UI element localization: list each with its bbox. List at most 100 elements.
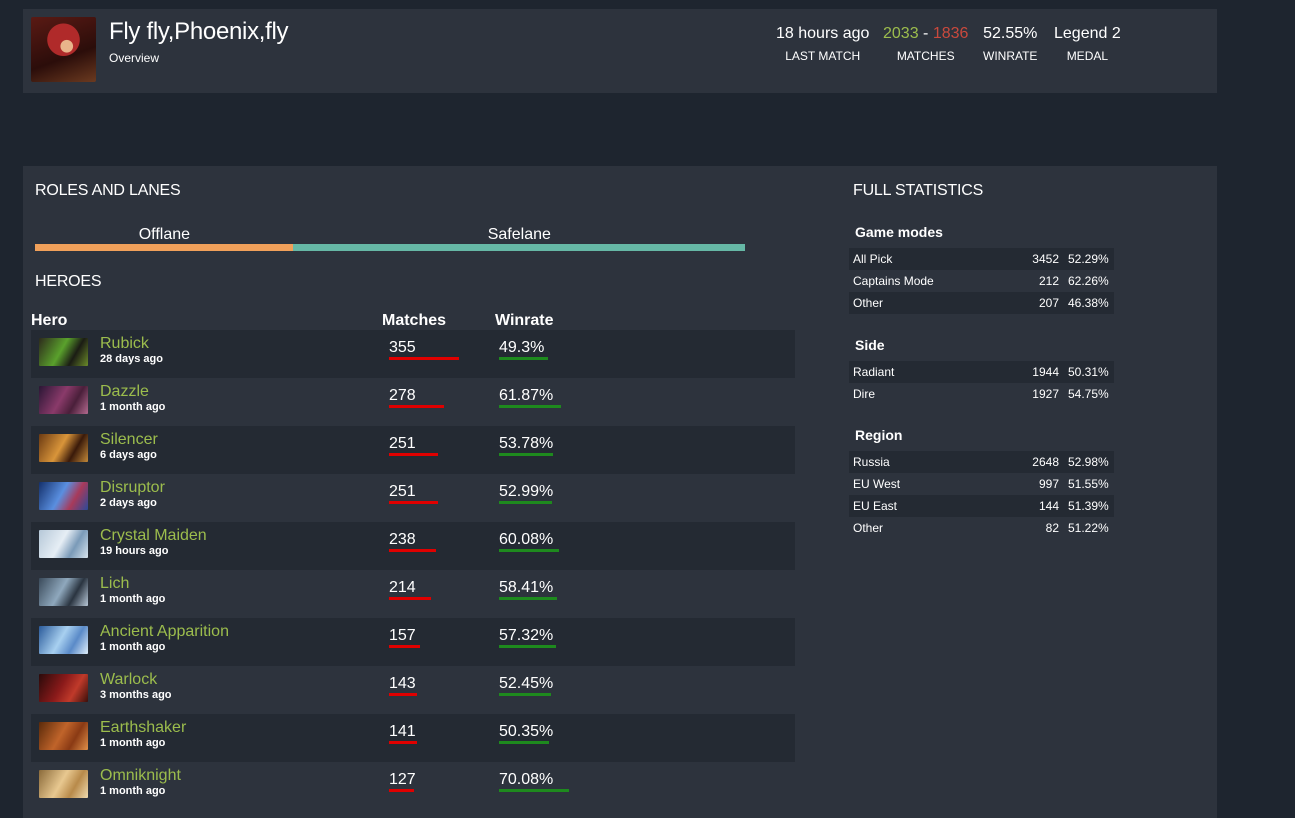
stat-name: Other — [853, 296, 884, 310]
hero-row[interactable]: Rubick 28 days ago 355 49.3% — [31, 330, 795, 378]
stat-winrate: 50.31% — [1068, 365, 1109, 379]
stat-winrate: 46.38% — [1068, 296, 1109, 310]
stat-winrate: 54.75% — [1068, 387, 1109, 401]
winrate-bar — [499, 645, 557, 648]
silencer-portrait-icon[interactable] — [39, 434, 88, 462]
winrate-bar — [499, 597, 558, 600]
player-name: Fly fly,Phoenix,fly — [109, 18, 289, 45]
crystal-maiden-portrait-icon[interactable] — [39, 530, 88, 558]
hero-matches-value: 214 — [389, 579, 416, 596]
matches-bar — [389, 645, 420, 648]
player-avatar[interactable] — [31, 17, 96, 82]
hero-name-link[interactable]: Lich — [100, 575, 129, 593]
winrate-stat: 52.55% WINRATE — [983, 25, 1037, 63]
matches-bar — [389, 693, 418, 696]
hero-name-link[interactable]: Rubick — [100, 335, 149, 353]
matches-bar — [389, 789, 415, 792]
hero-row[interactable]: Dazzle 1 month ago 278 61.87% — [31, 378, 795, 426]
lane-label-safelane: Safelane — [487, 226, 551, 243]
disruptor-portrait-icon[interactable] — [39, 482, 88, 510]
hero-last-played: 1 month ago — [100, 401, 166, 413]
hero-name-link[interactable]: Earthshaker — [100, 719, 186, 737]
winrate-column-header[interactable]: Winrate — [495, 312, 554, 330]
hero-matches-value: 251 — [389, 483, 416, 500]
omniknight-portrait-icon[interactable] — [39, 770, 88, 798]
winrate-bar — [499, 549, 559, 552]
roles-section-title: ROLES AND LANES — [35, 182, 181, 199]
hero-last-played: 1 month ago — [100, 641, 166, 653]
stat-winrate: 51.22% — [1068, 521, 1109, 535]
rubick-portrait-icon[interactable] — [39, 338, 88, 366]
matches-column-header[interactable]: Matches — [382, 312, 446, 330]
hero-name-link[interactable]: Omniknight — [100, 767, 181, 785]
stat-count: 3452 — [1032, 252, 1059, 266]
matches-bar — [389, 549, 436, 552]
hero-name-link[interactable]: Silencer — [100, 431, 158, 449]
hero-winrate-value: 60.08% — [499, 531, 554, 548]
hero-matches-value: 143 — [389, 675, 416, 692]
lich-portrait-icon[interactable] — [39, 578, 88, 606]
hero-name-link[interactable]: Warlock — [100, 671, 157, 689]
medal-label: MEDAL — [1066, 49, 1109, 63]
losses-count: 1836 — [932, 25, 969, 42]
stat-count: 1927 — [1032, 387, 1059, 401]
hero-name-link[interactable]: Crystal Maiden — [100, 527, 207, 545]
stat-count: 82 — [1045, 521, 1059, 535]
stat-name: EU West — [853, 477, 901, 491]
hero-last-played: 6 days ago — [100, 449, 157, 461]
stat-row: Dire 1927 54.75% — [849, 383, 1114, 405]
hero-row[interactable]: Earthshaker 1 month ago 141 50.35% — [31, 714, 795, 762]
hero-winrate-value: 53.78% — [499, 435, 554, 452]
hero-row[interactable]: Crystal Maiden 19 hours ago 238 60.08% — [31, 522, 795, 570]
warlock-portrait-icon[interactable] — [39, 674, 88, 702]
hero-last-played: 3 months ago — [100, 689, 172, 701]
stat-winrate: 52.29% — [1068, 252, 1109, 266]
stat-row: EU East 144 51.39% — [849, 495, 1114, 517]
stat-group-title: Side — [855, 337, 885, 353]
stat-row: Captains Mode 212 62.26% — [849, 270, 1114, 292]
hero-name-link[interactable]: Ancient Apparition — [100, 623, 229, 641]
hero-row[interactable]: Warlock 3 months ago 143 52.45% — [31, 666, 795, 714]
earthshaker-portrait-icon[interactable] — [39, 722, 88, 750]
stat-count: 1944 — [1032, 365, 1059, 379]
medal-stat: Legend 2 MEDAL — [1054, 25, 1121, 63]
stat-row: Other 207 46.38% — [849, 292, 1114, 314]
matches-label: MATCHES — [896, 49, 955, 63]
stat-row: Russia 2648 52.98% — [849, 451, 1114, 473]
matches-bar — [389, 597, 432, 600]
stat-name: All Pick — [853, 252, 893, 266]
winrate-bar — [499, 741, 550, 744]
last-match-value: 18 hours ago — [776, 25, 870, 42]
hero-row[interactable]: Silencer 6 days ago 251 53.78% — [31, 426, 795, 474]
hero-name-link[interactable]: Dazzle — [100, 383, 149, 401]
stat-winrate: 62.26% — [1068, 274, 1109, 288]
lanes-labels: Offlane Safelane — [35, 226, 745, 244]
last-match-label: LAST MATCH — [785, 49, 861, 63]
winrate-bar — [499, 453, 553, 456]
hero-matches-value: 157 — [389, 627, 416, 644]
matches-bar — [389, 501, 439, 504]
stat-winrate: 52.98% — [1068, 455, 1109, 469]
stat-winrate: 51.39% — [1068, 499, 1109, 513]
hero-matches-value: 127 — [389, 771, 416, 788]
medal-value: Legend 2 — [1054, 25, 1121, 42]
matches-bar — [389, 453, 439, 456]
hero-row[interactable]: Ancient Apparition 1 month ago 157 57.32% — [31, 618, 795, 666]
hero-row[interactable]: Omniknight 1 month ago 127 70.08% — [31, 762, 795, 810]
stat-name: Russia — [853, 455, 890, 469]
stat-name: EU East — [853, 499, 898, 513]
hero-column-header[interactable]: Hero — [31, 312, 67, 330]
ancient-apparition-portrait-icon[interactable] — [39, 626, 88, 654]
overview-panel: ROLES AND LANES Offlane Safelane HEROES H… — [23, 166, 1217, 818]
matches-bar — [389, 357, 459, 360]
dazzle-portrait-icon[interactable] — [39, 386, 88, 414]
hero-row[interactable]: Disruptor 2 days ago 251 52.99% — [31, 474, 795, 522]
hero-winrate-value: 50.35% — [499, 723, 554, 740]
hero-last-played: 1 month ago — [100, 785, 166, 797]
winrate-bar — [499, 789, 569, 792]
stat-group-title: Game modes — [855, 224, 943, 240]
hero-name-link[interactable]: Disruptor — [100, 479, 165, 497]
stat-name: Radiant — [853, 365, 895, 379]
overview-tab[interactable]: Overview — [109, 51, 159, 65]
hero-row[interactable]: Lich 1 month ago 214 58.41% — [31, 570, 795, 618]
